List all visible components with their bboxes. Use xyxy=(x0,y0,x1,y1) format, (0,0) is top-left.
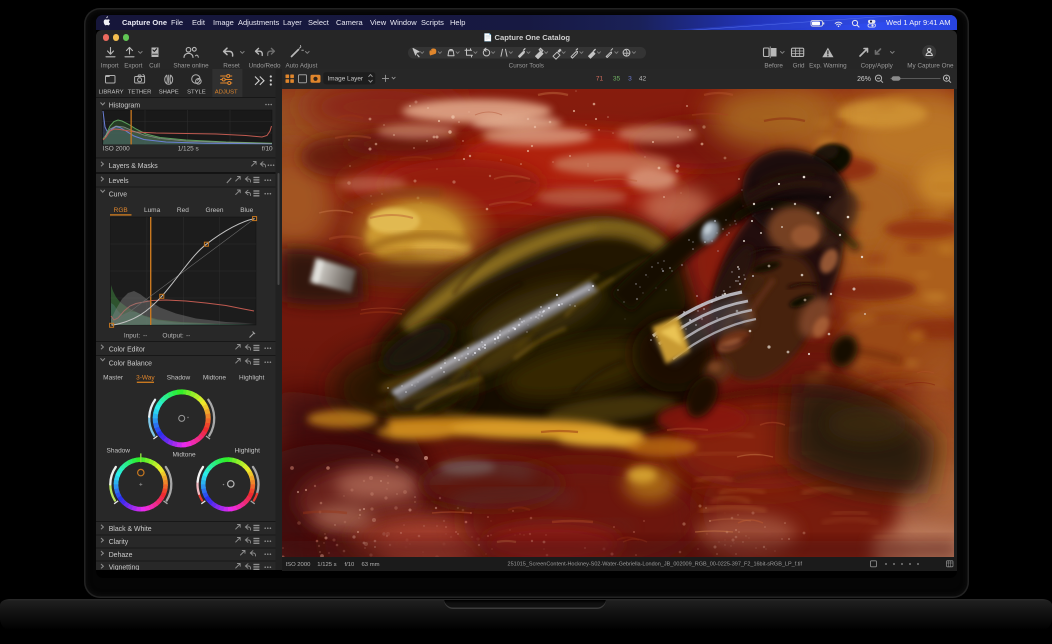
svg-text:ADJUST: ADJUST xyxy=(215,89,238,95)
svg-text:Cursor Tools: Cursor Tools xyxy=(509,62,544,69)
svg-text:Cull: Cull xyxy=(149,62,160,69)
svg-text:251015_ScreenContent-Hockney-S: 251015_ScreenContent-Hockney-S02-Water-G… xyxy=(507,562,802,568)
svg-text:Import: Import xyxy=(101,62,119,69)
svg-text:Output:: Output: xyxy=(162,333,184,340)
svg-text:Curve: Curve xyxy=(109,192,128,199)
svg-text:Clarity: Clarity xyxy=(109,539,129,546)
svg-text:Share online: Share online xyxy=(173,62,209,69)
svg-text:--: -- xyxy=(143,333,147,340)
svg-text:Export: Export xyxy=(124,62,142,69)
svg-text:Reset: Reset xyxy=(223,62,240,69)
svg-text:Exp. Warning: Exp. Warning xyxy=(809,62,847,69)
svg-text:Color Editor: Color Editor xyxy=(109,346,146,353)
svg-text:Midtone: Midtone xyxy=(203,375,227,382)
svg-text:42: 42 xyxy=(638,76,646,83)
svg-text:Levels: Levels xyxy=(109,178,129,185)
svg-text:Grid: Grid xyxy=(793,62,805,69)
svg-text:1/125 s: 1/125 s xyxy=(178,146,199,153)
svg-text:Highlight: Highlight xyxy=(235,448,260,455)
svg-text:35: 35 xyxy=(612,76,620,83)
svg-text:Green: Green xyxy=(205,207,223,214)
svg-text:Dehaze: Dehaze xyxy=(109,552,133,559)
svg-text:Blue: Blue xyxy=(240,207,253,214)
svg-text:ISO 2000: ISO 2000 xyxy=(103,146,130,153)
svg-text:Shadow: Shadow xyxy=(107,448,131,455)
svg-text:26%: 26% xyxy=(857,76,871,83)
svg-text:Auto Adjust: Auto Adjust xyxy=(285,62,317,69)
svg-text:Layers & Masks: Layers & Masks xyxy=(109,163,159,170)
svg-text:TETHER: TETHER xyxy=(128,89,152,95)
svg-text:71: 71 xyxy=(595,76,603,83)
svg-text:3-Way: 3-Way xyxy=(136,375,155,382)
svg-text:Color Balance: Color Balance xyxy=(109,360,152,367)
svg-text:Highlight: Highlight xyxy=(239,375,264,382)
svg-text:Copy/Apply: Copy/Apply xyxy=(861,62,894,69)
svg-text:3: 3 xyxy=(628,76,632,83)
svg-text:Black & White: Black & White xyxy=(109,526,152,533)
svg-text:LIBRARY: LIBRARY xyxy=(98,89,123,95)
svg-text:Input:: Input: xyxy=(124,333,140,340)
svg-text:Histogram: Histogram xyxy=(109,103,141,110)
svg-text:My Capture One: My Capture One xyxy=(907,62,954,69)
svg-text:f/10: f/10 xyxy=(344,562,355,568)
svg-text:ISO 2000: ISO 2000 xyxy=(285,562,311,568)
svg-text:Red: Red xyxy=(177,207,189,214)
svg-text:Vignetting: Vignetting xyxy=(109,565,140,571)
svg-text:Before: Before xyxy=(764,62,783,69)
svg-text:f/10: f/10 xyxy=(262,146,273,153)
svg-text:Luma: Luma xyxy=(144,207,161,214)
svg-text:Master: Master xyxy=(103,375,124,382)
svg-text:Image Layer: Image Layer xyxy=(327,76,363,83)
svg-text:63 mm: 63 mm xyxy=(361,562,379,568)
svg-text:Shadow: Shadow xyxy=(167,375,191,382)
svg-text:SHAPE: SHAPE xyxy=(159,89,179,95)
svg-text:1/125 s: 1/125 s xyxy=(317,562,336,568)
svg-text:--: -- xyxy=(186,333,190,340)
svg-text:Undo/Redo: Undo/Redo xyxy=(249,62,281,69)
svg-text:Midtone: Midtone xyxy=(173,452,197,459)
svg-text:STYLE: STYLE xyxy=(187,89,206,95)
svg-text:RGB: RGB xyxy=(114,207,128,214)
